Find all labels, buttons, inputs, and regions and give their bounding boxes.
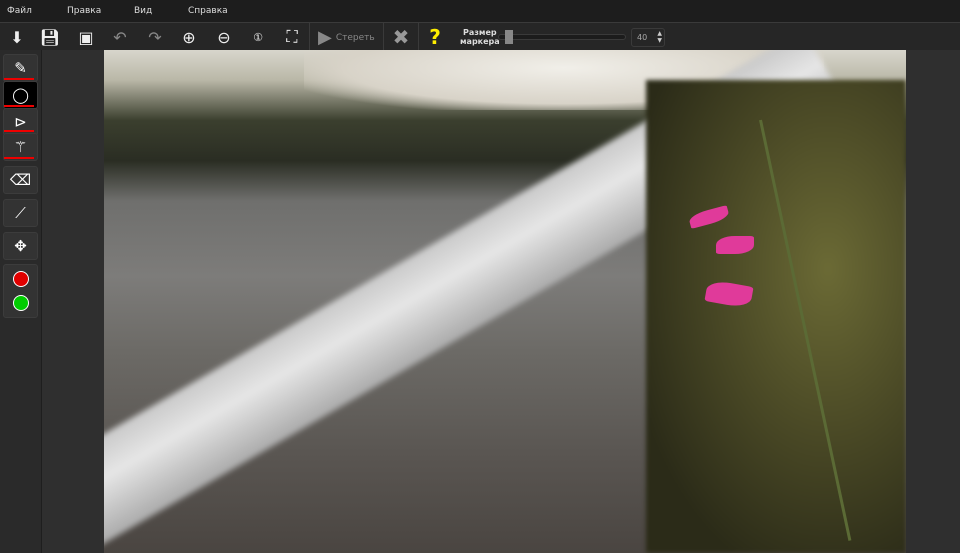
magic-wand-icon: ⚚: [13, 138, 28, 156]
erase-button[interactable]: ▶ Стереть: [318, 27, 375, 48]
redo-icon[interactable]: ↷: [143, 25, 167, 49]
green-color-swatch[interactable]: [12, 295, 29, 311]
erase-label: Стереть: [335, 32, 375, 43]
marker-size-input[interactable]: 40 ▲ ▼: [631, 28, 665, 47]
menu-edit[interactable]: Правка: [67, 6, 101, 16]
zoom-actual-icon[interactable]: ①: [246, 25, 270, 49]
lasso-icon: ◯: [12, 86, 29, 104]
zoom-fit-icon[interactable]: ⛶: [280, 25, 304, 49]
undo-icon[interactable]: ↶: [108, 25, 132, 49]
move-icon: ✥: [14, 237, 27, 255]
move-tool[interactable]: ✥: [3, 232, 38, 260]
eraser-tool[interactable]: ⌫: [3, 166, 38, 194]
open-icon[interactable]: ⬇: [5, 25, 29, 49]
slider-handle[interactable]: [505, 30, 513, 44]
cancel-icon[interactable]: ✖: [389, 25, 413, 49]
eraser-icon: ⌫: [9, 171, 32, 189]
save-as-icon[interactable]: ▣: [74, 25, 98, 49]
play-icon: ▶: [318, 27, 332, 48]
marker-size-value: 40: [637, 33, 648, 42]
menu-view[interactable]: Вид: [134, 6, 152, 16]
marker-size-label: Размер: [463, 28, 497, 37]
save-icon[interactable]: 💾︎: [38, 25, 62, 49]
spinner-icon[interactable]: ▲ ▼: [657, 30, 662, 44]
image-canvas[interactable]: [104, 50, 906, 553]
toolbar: ⬇ 💾︎ ▣ ↶ ↷ ⊕ ⊖ ① ⛶ ▶ Стереть ✖ ? Размер …: [0, 22, 960, 51]
red-color-swatch[interactable]: [12, 271, 29, 287]
menu-file[interactable]: Файл: [7, 6, 32, 16]
color-picker: [3, 264, 38, 318]
brush-icon: ✎: [14, 59, 27, 77]
line-tool[interactable]: ⟋: [3, 199, 38, 227]
help-icon[interactable]: ?: [423, 25, 447, 49]
menu-bar: Файл Правка Вид Справка: [0, 0, 960, 22]
menu-help[interactable]: Справка: [188, 6, 228, 16]
line-icon: ⟋: [15, 204, 26, 222]
tool-sidebar: ✎ ◯ ⊳ ⚚ ⌫ ⟋ ✥: [0, 50, 42, 553]
zoom-out-icon[interactable]: ⊖: [212, 25, 236, 49]
marker-size-label-2: маркера: [460, 37, 500, 46]
zoom-in-icon[interactable]: ⊕: [177, 25, 201, 49]
polygon-lasso-icon: ⊳: [14, 113, 27, 131]
marker-size-slider[interactable]: [498, 30, 626, 44]
